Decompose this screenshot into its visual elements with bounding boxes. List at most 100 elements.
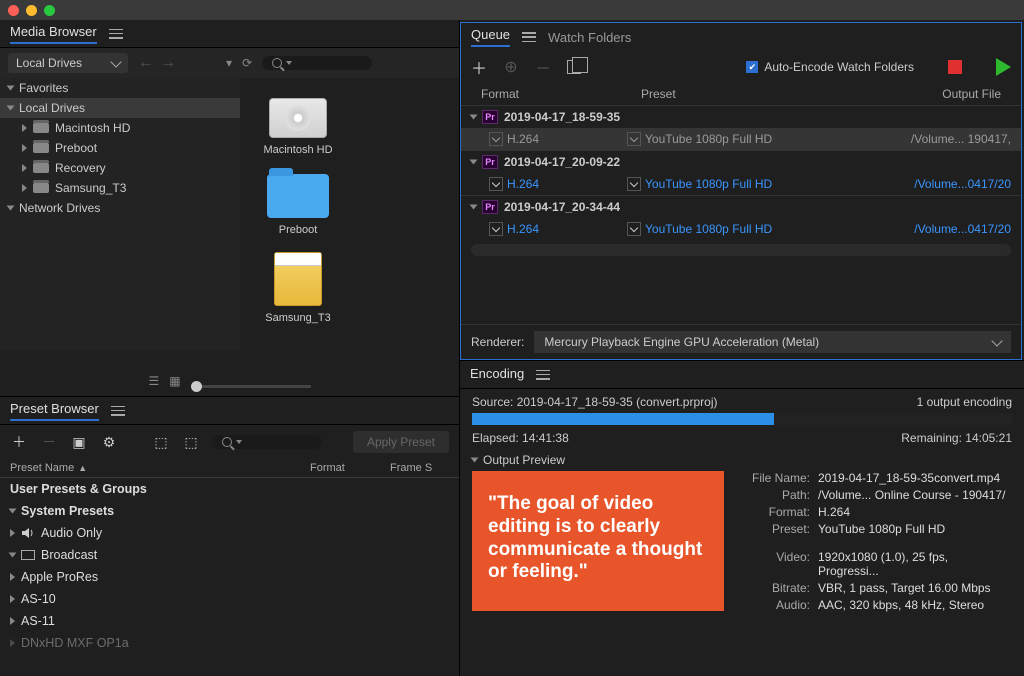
preset-item[interactable]: AS-11 xyxy=(0,610,459,632)
remove-preset-button[interactable]: － xyxy=(40,433,58,451)
drive-icon xyxy=(33,163,49,173)
thumb-view-icon[interactable]: ▦ xyxy=(169,374,180,388)
preset-item[interactable]: AS-10 xyxy=(0,588,459,610)
queue-header: Queue Watch Folders xyxy=(461,23,1021,51)
preset-dropdown[interactable] xyxy=(627,132,641,146)
start-queue-button[interactable] xyxy=(996,58,1011,76)
chevron-down-icon xyxy=(9,553,17,558)
queue-job-group[interactable]: Pr2019-04-17_20-09-22 xyxy=(461,150,1021,173)
preset-group-broadcast[interactable]: Broadcast xyxy=(0,544,459,566)
col-preset[interactable]: Preset xyxy=(641,87,921,101)
queue-column-headers: Format Preset Output File xyxy=(461,83,1021,105)
tree-drive-item[interactable]: Recovery xyxy=(0,158,240,178)
tree-favorites[interactable]: Favorites xyxy=(0,78,240,98)
search-options-icon[interactable] xyxy=(236,440,242,444)
tree-drive-item[interactable]: Macintosh HD xyxy=(0,118,240,138)
preset-dropdown[interactable] xyxy=(627,177,641,191)
output-path[interactable]: /Volume... 190417, xyxy=(895,132,1011,146)
grid-item-folder[interactable]: Preboot xyxy=(252,168,344,236)
funnel-icon[interactable]: ▾ xyxy=(226,56,232,70)
media-browser-footer: ☰ ▦ xyxy=(0,350,459,396)
media-browser-header: Media Browser xyxy=(0,20,459,48)
apply-preset-button[interactable]: Apply Preset xyxy=(353,431,449,453)
checkbox-icon: ✔ xyxy=(746,61,758,73)
speaker-icon xyxy=(21,528,35,538)
meta-filename: 2019-04-17_18-59-35convert.mp4 xyxy=(818,471,1012,485)
chevron-right-icon xyxy=(22,164,27,172)
preset-search-input[interactable] xyxy=(212,435,322,449)
tree-drive-item[interactable]: Preboot xyxy=(0,138,240,158)
chevron-down-icon xyxy=(470,115,478,120)
queue-output-row[interactable]: H.264 YouTube 1080p Full HD /Volume...04… xyxy=(461,173,1021,195)
format-dropdown[interactable] xyxy=(489,177,503,191)
meta-format: H.264 xyxy=(818,505,1012,519)
horizontal-scrollbar[interactable] xyxy=(471,244,1011,256)
search-input[interactable] xyxy=(262,56,372,70)
queue-tab[interactable]: Queue xyxy=(471,27,510,47)
preset-group-user[interactable]: User Presets & Groups xyxy=(0,478,459,500)
preset-browser-header: Preset Browser xyxy=(0,397,459,425)
zoom-slider[interactable] xyxy=(191,385,311,388)
preset-item[interactable]: Apple ProRes xyxy=(0,566,459,588)
minimize-window-icon[interactable] xyxy=(26,5,37,16)
export-preset-button[interactable]: ⬚ xyxy=(182,433,200,451)
tree-local-drives[interactable]: Local Drives xyxy=(0,98,240,118)
maximize-window-icon[interactable] xyxy=(44,5,55,16)
preset-item[interactable]: DNxHD MXF OP1a xyxy=(0,632,459,654)
stop-queue-button[interactable] xyxy=(948,60,962,74)
media-browser-tab[interactable]: Media Browser xyxy=(10,24,97,44)
preset-browser-tab[interactable]: Preset Browser xyxy=(10,401,99,421)
add-preset-button[interactable]: ＋ xyxy=(10,433,28,451)
list-view-icon[interactable]: ☰ xyxy=(148,374,159,388)
panel-menu-icon[interactable] xyxy=(536,370,550,380)
output-path[interactable]: /Volume...0417/20 xyxy=(895,222,1011,236)
queue-output-row[interactable]: H.264 YouTube 1080p Full HD /Volume...04… xyxy=(461,218,1021,240)
tree-network-drives[interactable]: Network Drives xyxy=(0,198,240,218)
nav-back-button[interactable]: ← xyxy=(138,54,154,72)
format-dropdown[interactable] xyxy=(489,132,503,146)
preset-settings-button[interactable]: ⚙ xyxy=(100,433,118,451)
auto-encode-toggle[interactable]: ✔ Auto-Encode Watch Folders xyxy=(746,60,914,74)
preset-dropdown[interactable] xyxy=(627,222,641,236)
queue-job-group[interactable]: Pr2019-04-17_20-34-44 xyxy=(461,195,1021,218)
queue-toolbar: ＋ ⊕ － ✔ Auto-Encode Watch Folders xyxy=(461,51,1021,83)
grid-item-drive[interactable]: Samsung_T3 xyxy=(252,248,344,324)
chevron-down-icon xyxy=(471,458,479,463)
chevron-down-icon xyxy=(470,205,478,210)
queue-body: Pr2019-04-17_18-59-35 H.264 YouTube 1080… xyxy=(461,105,1021,324)
preset-group-system[interactable]: System Presets xyxy=(0,500,459,522)
watch-folders-tab[interactable]: Watch Folders xyxy=(548,30,631,45)
col-format[interactable]: Format xyxy=(310,462,390,474)
col-frame[interactable]: Frame S xyxy=(390,462,449,474)
col-output[interactable]: Output File xyxy=(921,87,1001,101)
format-dropdown[interactable] xyxy=(489,222,503,236)
tree-drive-item[interactable]: Samsung_T3 xyxy=(0,178,240,198)
panel-menu-icon[interactable] xyxy=(522,32,536,42)
grid-item-drive[interactable]: Macintosh HD xyxy=(252,90,344,156)
new-group-button[interactable]: ▣ xyxy=(70,433,88,451)
search-options-icon[interactable] xyxy=(286,61,292,65)
output-path[interactable]: /Volume...0417/20 xyxy=(895,177,1011,191)
encoding-tab[interactable]: Encoding xyxy=(470,366,524,384)
add-source-button[interactable]: ＋ xyxy=(471,55,487,79)
premiere-icon: Pr xyxy=(482,110,498,124)
col-preset-name[interactable]: Preset Name xyxy=(10,462,74,474)
ingest-icon[interactable]: ⟳ xyxy=(242,56,252,70)
add-output-button[interactable]: ⊕ xyxy=(503,57,519,77)
queue-job-group[interactable]: Pr2019-04-17_18-59-35 xyxy=(461,105,1021,128)
import-preset-button[interactable]: ⬚ xyxy=(152,433,170,451)
panel-menu-icon[interactable] xyxy=(111,406,125,416)
nav-forward-button[interactable]: → xyxy=(160,54,176,72)
duplicate-button[interactable] xyxy=(567,60,581,74)
output-preview-header[interactable]: Output Preview xyxy=(472,453,1012,467)
source-value: 2019-04-17_18-59-35 (convert.prproj) xyxy=(517,395,718,409)
queue-output-row[interactable]: H.264 YouTube 1080p Full HD /Volume... 1… xyxy=(461,128,1021,150)
renderer-dropdown[interactable]: Mercury Playback Engine GPU Acceleration… xyxy=(534,331,1011,353)
remove-button[interactable]: － xyxy=(535,55,551,79)
col-format[interactable]: Format xyxy=(481,87,641,101)
meta-preset: YouTube 1080p Full HD xyxy=(818,522,1012,536)
panel-menu-icon[interactable] xyxy=(109,29,123,39)
preset-group-audio[interactable]: Audio Only xyxy=(0,522,459,544)
close-window-icon[interactable] xyxy=(8,5,19,16)
drives-dropdown[interactable]: Local Drives xyxy=(8,53,128,73)
